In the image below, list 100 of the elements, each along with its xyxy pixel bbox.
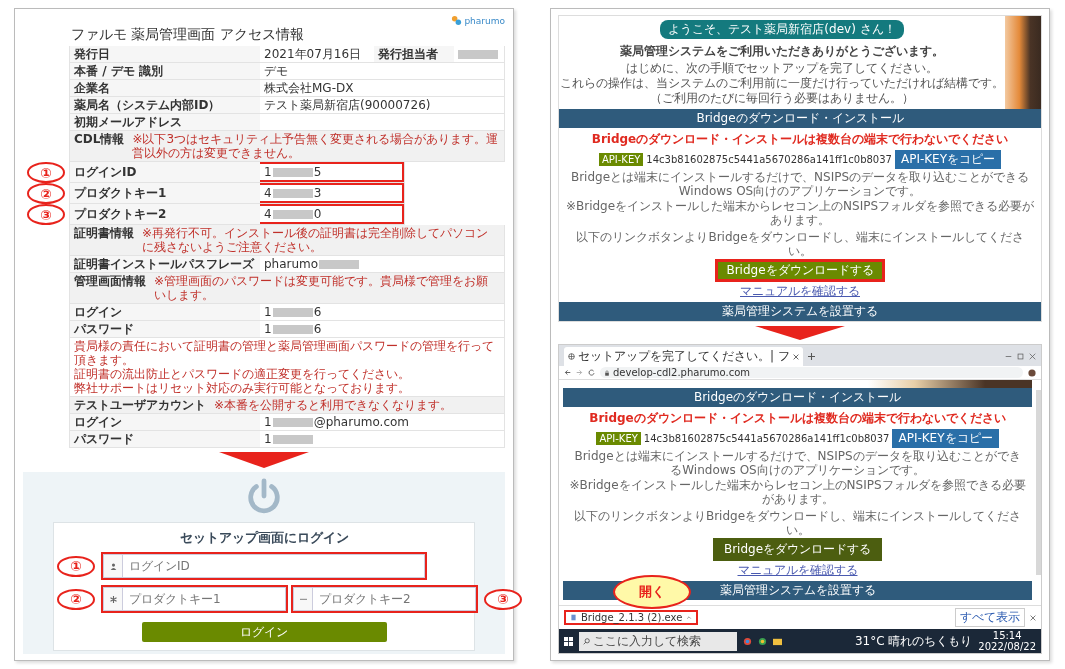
section-note: ※以下3つはセキュリティ上予告無く変更される場合があります。運営以外の方は変更できません。 [132, 132, 500, 160]
manual-link[interactable]: マニュアルを確認する [737, 562, 858, 579]
section-label: CDL情報 [74, 132, 125, 148]
cell-text: 3 [313, 186, 322, 200]
weather-text: 31°C 晴れのちくもり [854, 632, 973, 650]
search-field[interactable]: ここに入力して検索 [579, 631, 737, 651]
section-label: 証明書情報 [74, 226, 134, 242]
close-icon[interactable] [1030, 614, 1036, 621]
api-key-badge: API-KEY [596, 432, 641, 445]
warning-text: Bridgeのダウンロード・インストールは複数台の端末で行わないでください [589, 410, 1006, 427]
download-button[interactable]: Bridgeをダウンロードする [712, 538, 883, 561]
clock-time: 15:14 [992, 630, 1022, 641]
callout-bubble: ③ [484, 588, 522, 610]
table-cell: 初期メールアドレス [70, 114, 260, 130]
down-arrow-icon [755, 326, 845, 340]
caret-icon [686, 614, 693, 621]
clock-date: 2022/08/22 [978, 641, 1036, 652]
table-cell: 発行担当者 [374, 46, 454, 62]
api-key-text: 14c3b81602875c5441a5670286a141ff1c0b8037 [646, 154, 892, 165]
section-note: ※本番を公開すると利用できなくなります。 [214, 398, 454, 412]
redaction-bar [272, 434, 313, 444]
instruction-text: 以下のリンクボタンよりBridgeをダウンロードし、端末にインストールしてください。 [575, 230, 1025, 258]
maximize-icon[interactable] [1017, 353, 1024, 360]
section-header: Bridgeのダウンロード・インストール [559, 109, 1041, 128]
description-text: Bridgeとは端末にインストールするだけで、NSIPSのデータを取り込むことができるWindows OS向けのアプリケーションです。 [569, 170, 1031, 198]
address-bar[interactable]: develop-cdl2.pharumo.com [600, 367, 1023, 378]
cell-text: 1 [264, 165, 272, 179]
cell-text: 6 [313, 305, 322, 319]
reload-icon[interactable] [588, 369, 595, 376]
redaction-bar [272, 324, 313, 334]
down-arrow-icon [219, 452, 309, 468]
section-note: ※再発行不可。インストール後の証明書は完全削除してパソコンに残さないようご注意ください。 [142, 226, 490, 254]
section-label: 管理画面情報 [74, 274, 146, 290]
intro-text: （ご利用のたびに毎回行う必要はありません。） [650, 91, 914, 105]
table-cell: プロダクトキー1 [70, 183, 260, 203]
input-field[interactable]: プロダクトキー2 [313, 587, 476, 611]
cell-text: 6 [313, 322, 322, 336]
callout-bubble: ① [27, 162, 65, 183]
folder-icon[interactable] [773, 636, 782, 646]
table-cell: ログイン [70, 414, 260, 430]
minimize-icon[interactable] [1005, 353, 1012, 360]
input-field[interactable]: ログインID [123, 554, 425, 578]
search-icon [583, 637, 590, 645]
close-icon[interactable] [1029, 353, 1036, 360]
description-text: ※Bridgeをインストールした端末からレセコン上のNSIPSフォルダを参照できる必要があります。 [569, 478, 1026, 506]
profile-icon[interactable] [1028, 368, 1036, 377]
scrollbar[interactable] [1036, 390, 1041, 575]
callout-bubble: ① [57, 555, 95, 577]
show-all-button[interactable]: すべて表示 [955, 608, 1025, 627]
cell-text: 1 [264, 415, 272, 429]
power-icon [245, 478, 283, 516]
new-tab-icon[interactable] [807, 353, 815, 360]
cell-text: pharumo [264, 257, 319, 271]
callout-bubble: ② [57, 588, 95, 610]
cell-text: 4 [264, 186, 272, 200]
intro-text: はじめに、次の手順でセットアップを完了してください。 [626, 61, 938, 75]
tab-title: セットアップを完了してください。| フ [578, 348, 790, 365]
redaction-bar [272, 167, 313, 177]
redaction-bar [319, 259, 360, 269]
file-icon [570, 614, 577, 621]
cell-text: 2021年07月16日 [264, 47, 362, 61]
table-cell: ログインID [70, 162, 260, 182]
section-header: Bridgeのダウンロード・インストール [563, 388, 1032, 407]
brand-name: pharumo [464, 15, 505, 26]
cell-text: @pharumo.com [313, 415, 410, 429]
table-cell: 薬局名（システム内部ID） [70, 97, 260, 113]
windows-logo-icon[interactable] [564, 636, 573, 646]
copy-button[interactable]: API-KEYをコピー [894, 150, 1002, 169]
login-button[interactable]: ログイン [141, 622, 387, 642]
download-item[interactable]: Bridge_2.1.3 (2).exe [564, 610, 699, 625]
cell-text: 1 [264, 305, 272, 319]
section-note: ※管理画面のパスワードは変更可能です。貴局様で管理をお願いします。 [154, 274, 490, 302]
warning-text: Bridgeのダウンロード・インストールは複数台の端末で行わないでください [591, 131, 1009, 148]
section-label: テストユーザアカウント [74, 398, 206, 412]
lock-icon [604, 369, 610, 376]
callout-bubble: ③ [27, 204, 65, 225]
thanks-text: 薬局管理システムをご利用いただきありがとうございます。 [620, 43, 944, 60]
login-title: セットアップ画面にログイン [179, 529, 349, 547]
callout-bubble: 開く [613, 575, 691, 609]
logo-icon [451, 15, 463, 26]
table-cell: パスワード [70, 431, 260, 447]
person-icon [109, 562, 117, 570]
close-icon[interactable] [792, 353, 799, 360]
input-field[interactable]: プロダクトキー1 [123, 587, 286, 611]
dash-icon [299, 597, 307, 601]
url-text: develop-cdl2.pharumo.com [613, 367, 751, 378]
copy-button[interactable]: API-KEYをコピー [892, 429, 999, 448]
back-icon[interactable] [564, 369, 571, 376]
table-cell: プロダクトキー2 [70, 204, 260, 224]
browser-tab[interactable]: セットアップを完了してください。| フ [564, 347, 803, 366]
intro-text: これらの操作は、当システムのご利用前に一度だけ行っていただければ結構です。 [560, 76, 1004, 90]
table-cell: ログイン [70, 304, 260, 320]
manual-link[interactable]: マニュアルを確認する [740, 283, 860, 300]
section-header: 薬局管理システムを設置する [559, 302, 1041, 321]
globe-icon [568, 353, 575, 360]
cell-text: 株式会社MG-DX [264, 81, 354, 95]
api-key-text: 14c3b81602875c5441a5670286a141ff1c0b8037 [643, 433, 890, 444]
document-title: ファルモ 薬局管理画面 アクセス情報 [71, 26, 305, 44]
download-button[interactable]: Bridgeをダウンロードする [715, 259, 885, 282]
cell-text: テスト薬局新宿店(90000726) [264, 98, 431, 112]
